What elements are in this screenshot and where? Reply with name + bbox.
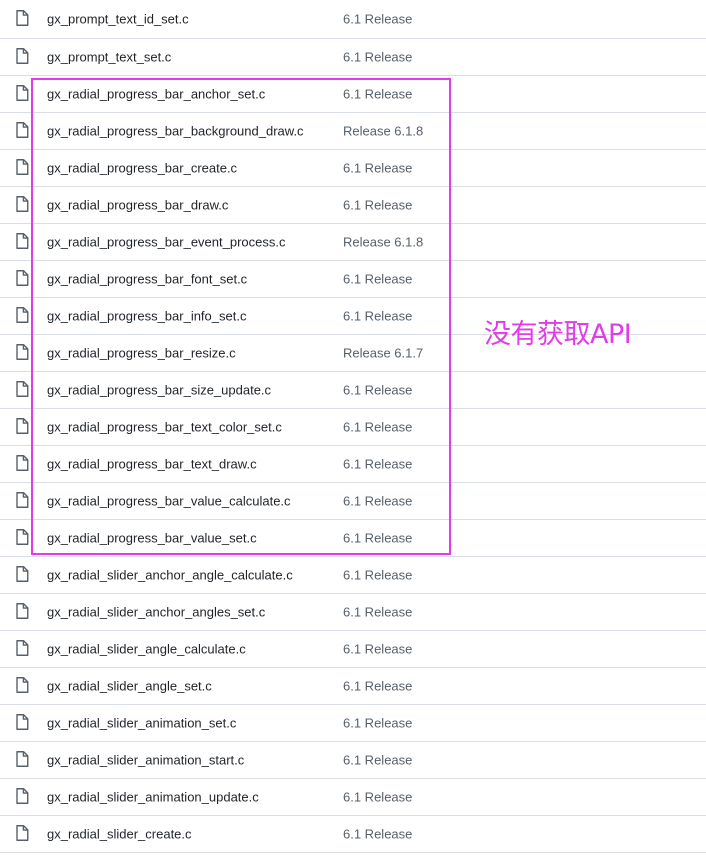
commit-message-link[interactable]: 6.1 Release	[343, 531, 412, 546]
commit-message-link[interactable]: 6.1 Release	[343, 679, 412, 694]
file-icon	[15, 714, 29, 730]
file-icon	[15, 751, 29, 767]
file-name-link[interactable]: gx_radial_progress_bar_size_update.c	[47, 383, 271, 398]
file-icon	[15, 492, 29, 508]
file-name-link[interactable]: gx_prompt_text_id_set.c	[47, 12, 189, 27]
file-row[interactable]: gx_radial_progress_bar_text_color_set.c …	[0, 409, 706, 446]
file-name-link[interactable]: gx_radial_progress_bar_anchor_set.c	[47, 87, 265, 102]
file-name-link[interactable]: gx_radial_progress_bar_text_draw.c	[47, 457, 257, 472]
file-row[interactable]: gx_radial_progress_bar_create.c 6.1 Rele…	[0, 150, 706, 187]
file-name-link[interactable]: gx_radial_slider_animation_set.c	[47, 716, 236, 731]
file-row[interactable]: gx_radial_slider_anchor_angle_calculate.…	[0, 557, 706, 594]
file-name-link[interactable]: gx_radial_slider_anchor_angle_calculate.…	[47, 568, 293, 583]
file-icon	[15, 418, 29, 434]
file-name-link[interactable]: gx_radial_progress_bar_value_set.c	[47, 531, 257, 546]
file-icon	[15, 159, 29, 175]
file-name-link[interactable]: gx_radial_slider_anchor_angles_set.c	[47, 605, 265, 620]
file-name-link[interactable]: gx_radial_progress_bar_font_set.c	[47, 272, 247, 287]
commit-message-link[interactable]: 6.1 Release	[343, 272, 412, 287]
file-row[interactable]: gx_radial_slider_animation_update.c 6.1 …	[0, 779, 706, 816]
file-name-link[interactable]: gx_radial_progress_bar_draw.c	[47, 198, 228, 213]
file-row[interactable]: gx_radial_slider_angle_set.c 6.1 Release	[0, 668, 706, 705]
commit-message-link[interactable]: 6.1 Release	[343, 12, 412, 27]
file-icon	[15, 85, 29, 101]
file-icon	[15, 307, 29, 323]
commit-message-link[interactable]: 6.1 Release	[343, 494, 412, 509]
file-row[interactable]: gx_radial_progress_bar_value_calculate.c…	[0, 483, 706, 520]
file-name-link[interactable]: gx_radial_progress_bar_event_process.c	[47, 235, 285, 250]
file-icon	[15, 788, 29, 804]
file-name-link[interactable]: gx_radial_progress_bar_create.c	[47, 161, 237, 176]
file-row[interactable]: gx_prompt_text_id_set.c 6.1 Release	[0, 0, 706, 39]
file-row[interactable]: gx_radial_slider_animation_start.c 6.1 R…	[0, 742, 706, 779]
file-name-link[interactable]: gx_radial_slider_animation_update.c	[47, 790, 259, 805]
annotation-text: 没有获取API	[484, 319, 632, 350]
file-icon	[15, 640, 29, 656]
commit-message-link[interactable]: 6.1 Release	[343, 87, 412, 102]
file-row[interactable]: gx_radial_progress_bar_background_draw.c…	[0, 113, 706, 150]
file-name-link[interactable]: gx_radial_progress_bar_value_calculate.c	[47, 494, 291, 509]
commit-message-link[interactable]: 6.1 Release	[343, 309, 412, 324]
file-row[interactable]: gx_radial_progress_bar_font_set.c 6.1 Re…	[0, 261, 706, 298]
file-row[interactable]: gx_radial_slider_angle_calculate.c 6.1 R…	[0, 631, 706, 668]
file-row[interactable]: gx_radial_progress_bar_text_draw.c 6.1 R…	[0, 446, 706, 483]
file-icon	[15, 825, 29, 841]
file-row[interactable]: gx_radial_slider_anchor_angles_set.c 6.1…	[0, 594, 706, 631]
commit-message-link[interactable]: 6.1 Release	[343, 50, 412, 65]
file-row[interactable]: gx_radial_progress_bar_size_update.c 6.1…	[0, 372, 706, 409]
file-name-link[interactable]: gx_radial_slider_angle_set.c	[47, 679, 212, 694]
file-name-link[interactable]: gx_radial_slider_create.c	[47, 827, 192, 842]
commit-message-link[interactable]: 6.1 Release	[343, 605, 412, 620]
commit-message-link[interactable]: 6.1 Release	[343, 161, 412, 176]
file-name-link[interactable]: gx_radial_progress_bar_info_set.c	[47, 309, 246, 324]
commit-message-link[interactable]: 6.1 Release	[343, 642, 412, 657]
commit-message-link[interactable]: 6.1 Release	[343, 457, 412, 472]
file-icon	[15, 381, 29, 397]
file-name-link[interactable]: gx_radial_slider_animation_start.c	[47, 753, 244, 768]
file-name-link[interactable]: gx_radial_progress_bar_text_color_set.c	[47, 420, 282, 435]
file-row[interactable]: gx_radial_progress_bar_draw.c 6.1 Releas…	[0, 187, 706, 224]
commit-message-link[interactable]: Release 6.1.8	[343, 235, 423, 250]
file-name-link[interactable]: gx_radial_progress_bar_background_draw.c	[47, 124, 304, 139]
commit-message-link[interactable]: 6.1 Release	[343, 568, 412, 583]
commit-message-link[interactable]: 6.1 Release	[343, 753, 412, 768]
commit-message-link[interactable]: Release 6.1.8	[343, 124, 423, 139]
file-row[interactable]: gx_radial_slider_animation_set.c 6.1 Rel…	[0, 705, 706, 742]
file-row[interactable]: gx_radial_progress_bar_anchor_set.c 6.1 …	[0, 76, 706, 113]
commit-message-link[interactable]: Release 6.1.7	[343, 346, 423, 361]
file-name-link[interactable]: gx_prompt_text_set.c	[47, 50, 171, 65]
file-icon	[15, 603, 29, 619]
commit-message-link[interactable]: 6.1 Release	[343, 790, 412, 805]
file-icon	[15, 270, 29, 286]
file-name-link[interactable]: gx_radial_slider_angle_calculate.c	[47, 642, 246, 657]
file-row[interactable]: gx_radial_progress_bar_value_set.c 6.1 R…	[0, 520, 706, 557]
file-icon	[15, 344, 29, 360]
file-icon	[15, 10, 29, 26]
file-row[interactable]: gx_prompt_text_set.c 6.1 Release	[0, 39, 706, 76]
file-list: gx_prompt_text_id_set.c 6.1 Release gx_p…	[0, 0, 706, 853]
file-icon	[15, 677, 29, 693]
file-icon	[15, 455, 29, 471]
file-icon	[15, 529, 29, 545]
commit-message-link[interactable]: 6.1 Release	[343, 198, 412, 213]
file-icon	[15, 122, 29, 138]
file-icon	[15, 566, 29, 582]
file-name-link[interactable]: gx_radial_progress_bar_resize.c	[47, 346, 236, 361]
file-row[interactable]: gx_radial_progress_bar_event_process.c R…	[0, 224, 706, 261]
commit-message-link[interactable]: 6.1 Release	[343, 827, 412, 842]
commit-message-link[interactable]: 6.1 Release	[343, 420, 412, 435]
file-icon	[15, 196, 29, 212]
file-icon	[15, 233, 29, 249]
file-icon	[15, 48, 29, 64]
commit-message-link[interactable]: 6.1 Release	[343, 383, 412, 398]
file-row[interactable]: gx_radial_slider_create.c 6.1 Release	[0, 816, 706, 853]
commit-message-link[interactable]: 6.1 Release	[343, 716, 412, 731]
